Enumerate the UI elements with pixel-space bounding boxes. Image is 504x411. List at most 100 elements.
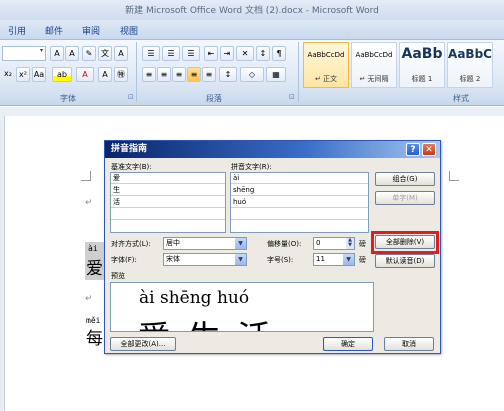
multilevel-list-button[interactable]: ☰: [182, 46, 200, 61]
preview-label: 预览: [111, 272, 125, 280]
close-icon[interactable]: ✕: [422, 143, 436, 156]
style-no-spacing[interactable]: AaBbCcDd ↵ 无间隔: [351, 42, 397, 88]
ruby-text: ài: [88, 244, 98, 253]
base-text-label: 基准文字(B):: [111, 163, 152, 171]
align-center-button[interactable]: ≡: [157, 67, 171, 82]
line-spacing-button[interactable]: ↕: [219, 67, 237, 82]
align-left-button[interactable]: ≡: [142, 67, 156, 82]
font-group-label: 字体: [60, 94, 76, 103]
default-reading-button[interactable]: 默认读音(D): [375, 254, 435, 268]
paragraph-mark: ↵: [85, 198, 93, 208]
strikethrough-button[interactable]: x₂: [2, 67, 14, 82]
change-all-button[interactable]: 全部更改(A)...: [110, 337, 176, 351]
cancel-button[interactable]: 取消: [384, 337, 434, 351]
increase-indent-button[interactable]: ⇥: [220, 46, 234, 61]
style-sample: AaBbC: [448, 47, 492, 61]
ruby-base-char: 每: [86, 329, 103, 349]
margin-corner-right: [449, 171, 459, 181]
ruby-base-char: 爱: [86, 259, 103, 279]
change-case-button[interactable]: Aa: [32, 67, 46, 82]
bullets-button[interactable]: ☰: [142, 46, 160, 61]
style-sample: AaBbCcDd: [307, 51, 345, 59]
style-sample: AaBbCcDd: [355, 51, 393, 59]
size-unit: 磅: [359, 256, 366, 264]
paragraph-dialog-launcher[interactable]: ⊡: [289, 93, 295, 101]
ruby-text-cell[interactable]: [231, 221, 368, 232]
size-label: 字号(S):: [267, 256, 294, 264]
alignment-label: 对齐方式(L):: [111, 240, 151, 248]
dialog-title-bar[interactable]: 拼音指南 ? ✕: [105, 141, 440, 158]
chevron-down-icon: ▼: [235, 254, 246, 265]
sort-button[interactable]: ↕: [256, 46, 270, 61]
ribbon-tabs: 引用 邮件 审阅 视图: [0, 20, 504, 40]
phonetic-guide-button[interactable]: 文: [98, 46, 112, 61]
alignment-select[interactable]: 居中 ▼: [163, 237, 247, 250]
chevron-down-icon: ▾: [39, 47, 43, 54]
decrease-indent-button[interactable]: ⇤: [204, 46, 218, 61]
offset-unit: 磅: [359, 240, 366, 248]
font-dialog-launcher[interactable]: ⊡: [128, 93, 134, 101]
ribbon: ▾ A A ✎ 文 A x₂ x² Aa ab A A ㊕ 字体 ⊡ ☰ ☰ ☰…: [0, 40, 504, 106]
ok-button[interactable]: 确定: [323, 337, 373, 351]
font-color-button[interactable]: A: [76, 67, 94, 82]
base-text-cell[interactable]: 爱: [111, 173, 225, 184]
ruby-text-cell[interactable]: huó: [231, 197, 368, 208]
help-icon[interactable]: ?: [406, 143, 420, 156]
style-heading-1[interactable]: AaBb 标题 1: [399, 42, 445, 88]
ruby-text-grid: ài shēng huó: [230, 172, 369, 233]
base-text-cell[interactable]: [111, 221, 225, 232]
annotation-highlight-box: [371, 231, 439, 254]
justify-button[interactable]: ≡: [187, 67, 201, 82]
size-select[interactable]: 11 ▼: [313, 253, 355, 266]
ruby-text-cell[interactable]: ài: [231, 173, 368, 184]
group-button[interactable]: 组合(G): [375, 172, 435, 186]
tab-references[interactable]: 引用: [8, 24, 26, 37]
font-value: 宋体: [166, 255, 180, 263]
styles-group-label: 样式: [453, 94, 469, 103]
window-title-bar: 新建 Microsoft Office Word 文档 (2).docx - M…: [0, 0, 504, 20]
numbering-button[interactable]: ☰: [162, 46, 180, 61]
highlight-color-button[interactable]: ab: [52, 67, 72, 82]
enclose-char-button[interactable]: ㊕: [114, 67, 128, 82]
style-name: ↵ 正文: [314, 75, 338, 83]
show-marks-button[interactable]: ¶: [272, 46, 286, 61]
dialog-title: 拼音指南: [111, 144, 148, 154]
alignment-value: 居中: [166, 239, 180, 247]
offset-value: 0: [316, 239, 321, 247]
distributed-button[interactable]: ≡: [202, 67, 216, 82]
group-separator: [136, 42, 137, 102]
shading-button[interactable]: ◇: [240, 67, 264, 82]
shrink-font-button[interactable]: A: [65, 46, 79, 61]
base-text-cell[interactable]: 活: [111, 197, 225, 208]
borders-button[interactable]: ▦: [266, 67, 286, 82]
style-heading-2[interactable]: AaBbC 标题 2: [447, 42, 493, 88]
chevron-down-icon: ▼: [235, 238, 246, 249]
group-separator: [298, 42, 299, 102]
grow-font-button[interactable]: A: [50, 46, 64, 61]
superscript-button[interactable]: x²: [16, 67, 30, 82]
mono-button[interactable]: 单字(M): [375, 191, 435, 205]
tab-view[interactable]: 视图: [120, 24, 138, 37]
clear-format-button[interactable]: ✎: [82, 46, 96, 61]
base-text-cell[interactable]: 生: [111, 185, 225, 196]
font-size-select[interactable]: ▾: [2, 46, 46, 61]
chinese-layout-button[interactable]: ✕: [236, 46, 254, 61]
char-shading-button[interactable]: A: [98, 67, 112, 82]
tab-review[interactable]: 审阅: [82, 24, 100, 37]
base-text-grid: 爱 生 活: [110, 172, 226, 233]
font-select[interactable]: 宋体 ▼: [163, 253, 247, 266]
style-name: ↵ 无间隔: [359, 75, 389, 83]
margin-corner-left: [81, 171, 91, 181]
paragraph-group-label: 段落: [206, 94, 222, 103]
spinner-icon: ▲ ▼: [346, 238, 354, 249]
preview-box: ài shēng huó 爱生活: [110, 282, 374, 332]
ruby-text-cell[interactable]: shēng: [231, 185, 368, 196]
style-normal[interactable]: AaBbCcDd ↵ 正文: [303, 42, 349, 88]
align-right-button[interactable]: ≡: [172, 67, 186, 82]
base-text-cell[interactable]: [111, 209, 225, 220]
offset-spinner[interactable]: 0 ▲ ▼: [313, 237, 355, 250]
tab-mailings[interactable]: 邮件: [45, 24, 63, 37]
ruby-text-cell[interactable]: [231, 209, 368, 220]
char-border-button[interactable]: A: [114, 46, 128, 61]
spin-down-icon[interactable]: ▼: [348, 242, 352, 248]
